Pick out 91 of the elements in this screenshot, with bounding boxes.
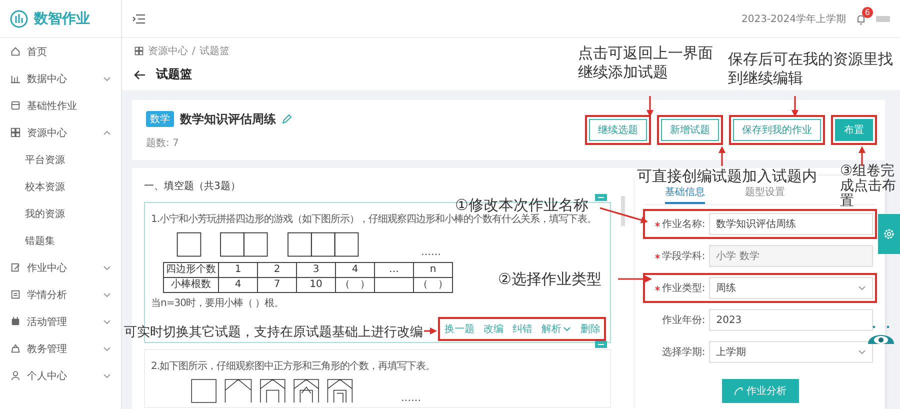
callout-arrow — [424, 328, 437, 334]
ellipsis-text: …… — [421, 247, 441, 258]
select-field[interactable]: 周练 — [709, 277, 873, 299]
chevron-down-icon — [858, 348, 866, 356]
table-cell: 4 — [218, 278, 258, 292]
term-label: 2023-2024学年上学期 — [741, 12, 846, 26]
bell-icon[interactable] — [856, 12, 866, 24]
app-logo: 数智作业 — [34, 10, 90, 28]
question-text: 1.小宁和小芳玩拼搭四边形的游戏（如下图所示），仔细观察四边形和小棒的个数有什么关系，填写下表。 — [151, 213, 598, 227]
input-field[interactable]: 数学知识评估周练 — [709, 213, 873, 235]
annotation-text: ②选择作业类型 — [498, 270, 602, 289]
menu-item-icon — [10, 73, 21, 84]
annotation-text: ③组卷完 成点击布 置 — [840, 164, 896, 209]
annotation-text: 可实时切换其它试题，支持在原试题基础上进行改编 — [124, 324, 423, 342]
table-cell: （ ） — [336, 278, 374, 292]
sidebar-item[interactable]: 资源中心 — [0, 119, 121, 146]
menu-item-icon — [10, 289, 21, 300]
table-cell: n — [414, 262, 452, 278]
table-cell: 4 — [336, 262, 374, 278]
sidebar-item[interactable]: 个人中心 — [0, 362, 121, 389]
table-cell: 四边形个数 — [164, 262, 218, 278]
breadcrumb-current: 试题篮 — [199, 44, 230, 58]
sidebar-item[interactable]: 学情分析 — [0, 281, 121, 308]
table-cell: 3 — [296, 262, 336, 278]
field-label: 选择学期: — [662, 346, 706, 359]
subject-tag: 数学 — [146, 111, 174, 127]
ellipsis-text: …… — [401, 393, 421, 404]
callout-arrow — [600, 207, 648, 224]
table-cell: 1 — [218, 262, 258, 278]
chevron-down-icon — [858, 284, 866, 292]
annotation-text: 点击可返回上一界面 继续添加试题 — [578, 44, 713, 82]
menu-item-icon — [10, 127, 21, 138]
chevron-down-icon — [103, 290, 111, 298]
chevron-down-icon — [563, 325, 572, 333]
chevron-down-icon — [103, 318, 111, 326]
table-cell: 2 — [258, 262, 296, 278]
menu-item-icon — [10, 370, 21, 381]
table-cell: … — [374, 262, 414, 278]
annotation-text: 保存后可在我的资源里找 到继续编辑 — [728, 50, 893, 88]
page-title: 试题篮 — [156, 66, 192, 83]
tag-icon — [595, 341, 608, 348]
back-icon[interactable] — [134, 70, 146, 80]
logo-icon — [10, 10, 28, 28]
question-count: 题数: 7 — [146, 136, 180, 150]
table-cell: （ ） — [414, 278, 452, 292]
sidebar-subitem[interactable]: 我的资源 — [0, 200, 121, 227]
menu-item-icon — [10, 262, 21, 273]
field-label: 作业类型: — [662, 282, 706, 295]
answer-prompt: 当n=30时，要用小棒（ ）根。 — [151, 297, 285, 311]
sidebar-subitem[interactable]: 平台资源 — [0, 146, 121, 173]
question-text: 2.如下图所示，仔细观察图中正方形和三角形的个数，再填写下表。 — [151, 360, 436, 374]
table-cell: 10 — [296, 278, 336, 292]
field-label: 作业名称: — [662, 218, 706, 231]
sidebar-item[interactable]: 活动管理 — [0, 308, 121, 335]
table-cell: 小棒根数 — [164, 278, 218, 292]
sidebar-item[interactable]: 首页 — [0, 38, 121, 65]
refresh-icon — [734, 386, 743, 396]
menu-item-icon — [10, 316, 21, 327]
chevron-up-icon — [103, 128, 111, 136]
tab[interactable]: 基础信息 — [665, 182, 706, 204]
settings-icon — [883, 228, 895, 240]
sidebar-item[interactable]: 作业中心 — [0, 254, 121, 281]
field-label: 作业年份: — [662, 314, 706, 327]
sidebar-item[interactable]: 数据中心 — [0, 65, 121, 92]
tag-icon — [595, 194, 608, 201]
input-field[interactable]: 2023 — [709, 309, 873, 331]
callout-arrow — [618, 276, 652, 282]
pencil-icon[interactable] — [282, 114, 292, 124]
section-heading: 一、填空题（共3题） — [144, 180, 242, 194]
table-cell: 7 — [258, 278, 296, 292]
chevron-down-icon — [103, 344, 111, 352]
breadcrumb-separator: / — [192, 46, 196, 56]
notification-badge: 6 — [862, 6, 873, 18]
settings-tab[interactable] — [878, 214, 900, 254]
chevron-down-icon — [103, 264, 111, 272]
menu-item-icon — [10, 343, 21, 354]
menu-icon[interactable] — [132, 12, 146, 24]
homework-title: 数学知识评估周练 — [180, 110, 276, 128]
chevron-down-icon — [103, 372, 111, 380]
menu-item-icon — [10, 46, 21, 57]
chevron-down-icon — [103, 74, 111, 82]
sidebar-subitem[interactable]: 错题集 — [0, 227, 121, 254]
menu-item-icon — [10, 100, 21, 111]
sidebar-item[interactable]: 基础性作业 — [0, 92, 121, 119]
breadcrumb-link[interactable]: 资源中心 — [148, 44, 188, 58]
field-label: 学段学科: — [662, 250, 706, 263]
sidebar-item[interactable]: 教务管理 — [0, 335, 121, 362]
grid-icon — [134, 46, 144, 56]
select-field[interactable]: 上学期 — [709, 341, 873, 363]
annotation-text: ①修改本次作业名称 — [455, 196, 588, 214]
sidebar-subitem[interactable]: 校本资源 — [0, 173, 121, 200]
